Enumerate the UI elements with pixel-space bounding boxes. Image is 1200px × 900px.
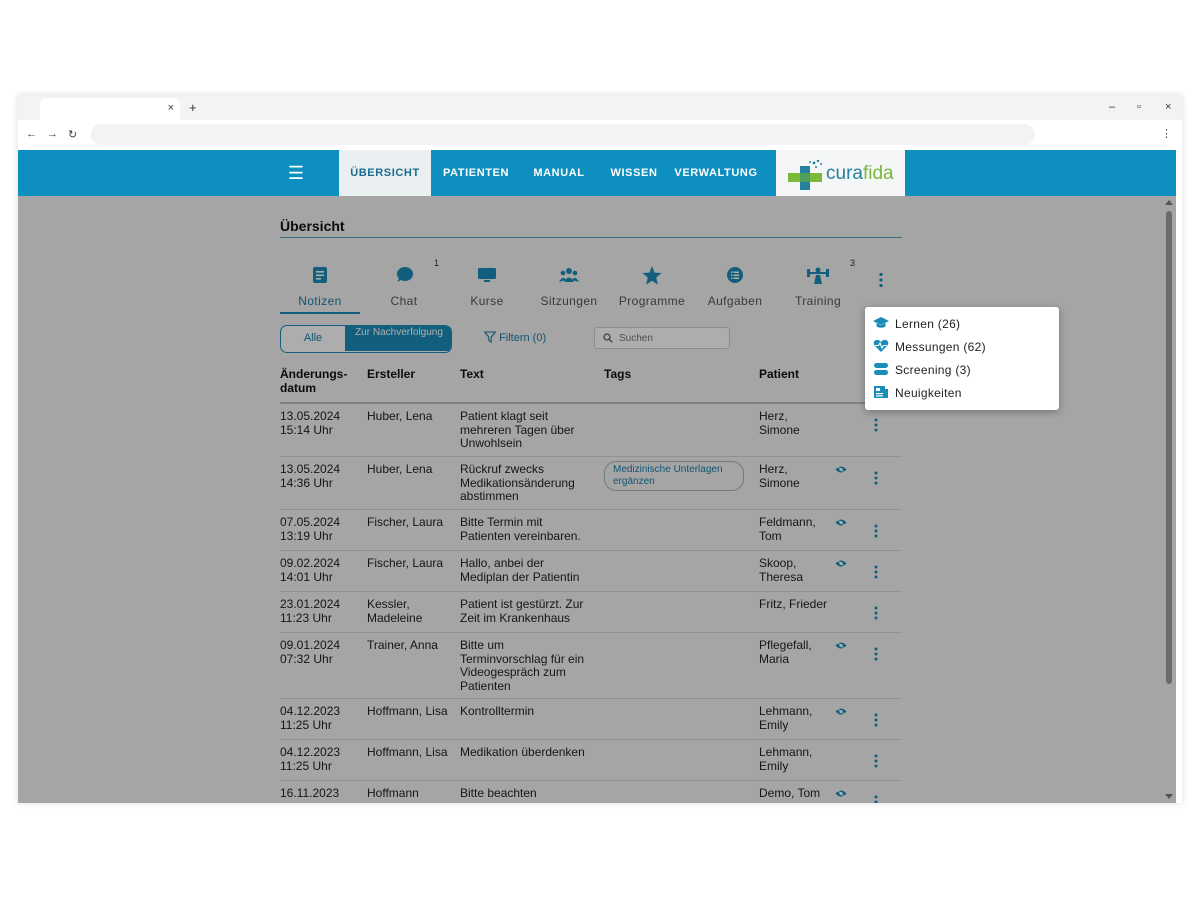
logo-text-part1: cura [826, 163, 863, 184]
top-nav: ☰ ÜBERSICHT PATIENTEN MANUAL WISSEN VERW… [18, 150, 1176, 196]
scrollbar[interactable] [1161, 196, 1176, 803]
omnibox[interactable] [91, 124, 1035, 145]
nav-wissen[interactable]: WISSEN [604, 150, 664, 196]
menu-item-label: Lernen (26) [895, 317, 961, 331]
app: ☰ ÜBERSICHT PATIENTEN MANUAL WISSEN VERW… [18, 150, 1176, 803]
close-window-icon[interactable]: × [1165, 101, 1171, 113]
restore-icon[interactable]: ▫ [1137, 101, 1141, 113]
reload-icon[interactable]: ↻ [68, 128, 77, 141]
menu-item-label: Messungen (62) [895, 340, 986, 354]
minimize-icon[interactable]: – [1109, 101, 1115, 113]
newspaper-icon [874, 386, 888, 398]
forward-icon[interactable]: → [47, 128, 58, 140]
screening-icon [874, 363, 888, 375]
address-bar: ← → ↻ ⋮ [18, 120, 1182, 150]
hamburger-menu-icon[interactable]: ☰ [286, 163, 306, 183]
logo-text: curafida [826, 163, 894, 185]
tab-strip: × + – ▫ × [18, 95, 1182, 120]
back-icon[interactable]: ← [26, 128, 37, 140]
menu-item-label: Screening (3) [895, 363, 971, 377]
tab-close-icon[interactable]: × [168, 102, 174, 114]
menu-item-messungen[interactable]: Messungen (62) [865, 335, 1059, 358]
logo-text-part2: fida [862, 163, 894, 184]
nav-uebersicht[interactable]: ÜBERSICHT [339, 150, 431, 196]
logo-cross-icon [788, 159, 822, 190]
menu-backdrop[interactable] [18, 196, 1176, 803]
menu-item-lernen[interactable]: Lernen (26) [865, 312, 1059, 335]
curafida-logo[interactable]: curafida [776, 150, 905, 196]
nav-verwaltung[interactable]: VERWALTUNG [671, 150, 761, 196]
more-categories-menu: Lernen (26) Messungen (62) Screening (3)… [865, 307, 1059, 410]
menu-item-label: Neuigkeiten [895, 386, 962, 400]
scroll-down-icon[interactable] [1165, 794, 1173, 799]
scrollbar-thumb[interactable] [1166, 211, 1172, 684]
scroll-up-icon[interactable] [1165, 200, 1173, 205]
heart-monitor-icon [873, 339, 889, 352]
new-tab-icon[interactable]: + [189, 100, 197, 115]
nav-manual[interactable]: MANUAL [526, 150, 592, 196]
menu-item-screening[interactable]: Screening (3) [865, 358, 1059, 381]
browser-tab[interactable]: × [40, 98, 180, 120]
graduation-cap-icon [873, 317, 889, 328]
browser-window: × + – ▫ × ← → ↻ ⋮ ☰ ÜBERSICHT PATIENTEN … [18, 95, 1182, 803]
menu-item-neuigkeiten[interactable]: Neuigkeiten [865, 381, 1059, 404]
nav-patienten[interactable]: PATIENTEN [436, 150, 516, 196]
browser-menu-icon[interactable]: ⋮ [1161, 127, 1172, 140]
